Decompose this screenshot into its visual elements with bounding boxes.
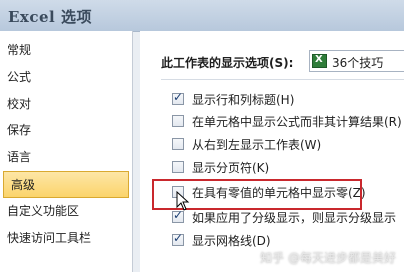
sidebar-item-formulas[interactable]: 公式 — [0, 64, 132, 91]
sidebar-item-advanced[interactable]: 高级 — [3, 171, 129, 198]
option-show-headers[interactable]: 显示行和列标题(H) — [172, 90, 404, 110]
section-label: 此工作表的显示选项(S): — [161, 56, 294, 70]
sidebar-item-proofing[interactable]: 校对 — [0, 91, 132, 118]
option-outline-symbols[interactable]: 如果应用了分级显示，则显示分级显示 — [172, 208, 404, 228]
option-label: 从右到左显示工作表(W) — [192, 138, 322, 152]
checkbox[interactable] — [172, 208, 184, 223]
excel-sheet-icon — [312, 54, 327, 68]
option-show-page-breaks[interactable]: 显示分页符(K) — [172, 158, 404, 178]
excel-options-dialog: Excel 选项 常规 公式 校对 保存 语言 高级 自定义功能区 快速访问工具… — [0, 0, 404, 272]
mouse-cursor-icon — [176, 191, 190, 211]
sidebar-item-quick-access-toolbar[interactable]: 快速访问工具栏 — [0, 225, 132, 252]
option-right-to-left[interactable]: 从右到左显示工作表(W) — [172, 135, 404, 155]
option-label: 在单元格中显示公式而非其计算结果(R) — [192, 115, 402, 129]
checkbox[interactable] — [172, 90, 184, 105]
checkbox[interactable] — [172, 161, 184, 173]
option-show-formulas[interactable]: 在单元格中显示公式而非其计算结果(R) — [172, 112, 404, 132]
checkbox[interactable] — [172, 138, 184, 150]
sidebar-item-customize-ribbon[interactable]: 自定义功能区 — [0, 198, 132, 225]
option-show-gridlines[interactable]: 显示网格线(D) — [172, 231, 404, 251]
checkbox[interactable] — [172, 231, 184, 246]
option-label: 显示网格线(D) — [192, 234, 271, 248]
option-label: 如果应用了分级显示，则显示分级显示 — [192, 211, 397, 225]
watermark: 知乎 @每天进步都是美好 — [260, 251, 396, 265]
sidebar-item-language[interactable]: 语言 — [0, 144, 132, 171]
option-label: 显示行和列标题(H) — [192, 93, 295, 107]
sidebar: 常规 公式 校对 保存 语言 高级 自定义功能区 快速访问工具栏 — [0, 31, 133, 272]
sheet-select[interactable]: 36个技巧 — [309, 50, 404, 72]
title-bar: Excel 选项 — [0, 0, 404, 32]
sidebar-item-save[interactable]: 保存 — [0, 117, 132, 144]
option-label: 显示分页符(K) — [192, 161, 270, 175]
window-title: Excel 选项 — [8, 8, 92, 26]
sheet-select-value: 36个技巧 — [332, 56, 384, 70]
sidebar-item-general[interactable]: 常规 — [0, 37, 132, 64]
divider — [161, 79, 404, 80]
main-panel: 此工作表的显示选项(S): 36个技巧 显示行和列标题(H) 在单元格中显示公式… — [140, 31, 404, 272]
checkbox[interactable] — [172, 115, 184, 127]
